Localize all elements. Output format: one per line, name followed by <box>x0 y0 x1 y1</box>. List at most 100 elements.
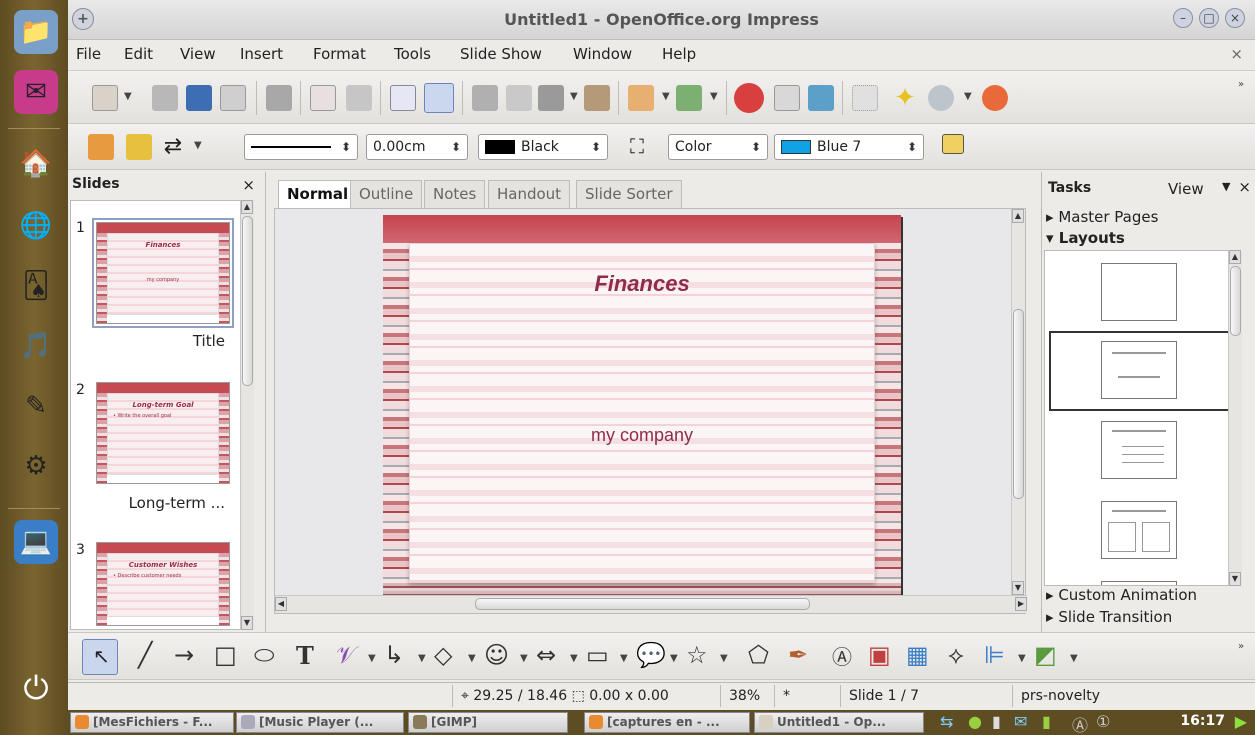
taskbar-item-gimp[interactable]: [GIMP] <box>408 712 568 733</box>
stars-icon[interactable]: ☆ <box>686 641 708 669</box>
power-icon[interactable]: ⏻ <box>14 666 58 710</box>
folder-icon[interactable]: 📁 <box>14 10 58 54</box>
scroll-down-icon[interactable]: ▼ <box>1229 572 1241 586</box>
section-master-pages[interactable]: ▸ Master Pages <box>1046 208 1158 226</box>
scroll-down-icon[interactable]: ▼ <box>1012 581 1024 595</box>
chat-icon[interactable]: ✉ <box>1014 712 1027 731</box>
scroll-up-icon[interactable]: ▲ <box>1012 209 1024 223</box>
scrollbar-thumb[interactable] <box>475 598 810 610</box>
slide-thumbnail-1[interactable]: Finances my company <box>92 218 234 328</box>
network-icon[interactable]: ⇆ <box>940 712 953 731</box>
block-arrows-icon[interactable]: ⇔ <box>536 641 556 669</box>
print-icon[interactable] <box>346 85 372 111</box>
extrusion-icon[interactable]: ⟡ <box>948 641 964 669</box>
menu-window[interactable]: Window <box>573 45 632 63</box>
tasks-close-icon[interactable]: × <box>1238 178 1251 196</box>
symbols-dropdown-icon[interactable]: ▼ <box>520 653 528 664</box>
chart-icon[interactable] <box>734 83 764 113</box>
tab-handout[interactable]: Handout <box>488 180 571 208</box>
slide-title[interactable]: Finances <box>383 271 901 297</box>
line-style-combo[interactable]: ⬍ <box>244 134 358 160</box>
globe-icon[interactable]: 🌐 <box>14 204 58 248</box>
layout-two-content[interactable] <box>1101 501 1177 559</box>
arrow-line-tool-icon[interactable]: → <box>174 641 194 669</box>
connector-dropdown-icon[interactable]: ▼ <box>418 653 426 664</box>
arrows-dropdown-icon[interactable]: ▼ <box>570 653 578 664</box>
taskbar-item-captures[interactable]: [captures en - ... <box>584 712 750 733</box>
menu-insert[interactable]: Insert <box>240 45 283 63</box>
from-file-icon[interactable]: ▣ <box>868 641 891 669</box>
minimize-button[interactable]: – <box>1173 8 1193 28</box>
redo-dropdown-icon[interactable]: ▼ <box>710 91 718 102</box>
taskbar-item-music-player[interactable]: [Music Player (... <box>236 712 404 733</box>
layout-title-content[interactable] <box>1101 421 1177 479</box>
paste-dropdown-icon[interactable]: ▼ <box>570 91 578 102</box>
clone-format-icon[interactable] <box>584 85 610 111</box>
menu-edit[interactable]: Edit <box>124 45 153 63</box>
tasks-view-menu[interactable]: View <box>1168 180 1204 198</box>
tab-outline[interactable]: Outline <box>350 180 423 208</box>
basic-shapes-icon[interactable]: ◇ <box>434 641 452 669</box>
menu-view[interactable]: View <box>180 45 216 63</box>
gallery-icon[interactable]: ▦ <box>906 641 929 669</box>
line-width-field[interactable]: 0.00cm ⬍ <box>366 134 468 160</box>
email-icon[interactable] <box>220 85 246 111</box>
slide-subtitle[interactable]: my company <box>383 425 901 446</box>
cards-game-icon[interactable]: 🂡 <box>14 264 58 308</box>
canvas-vertical-scrollbar[interactable]: ▲ ▼ <box>1011 209 1025 595</box>
autospellcheck-icon[interactable] <box>424 83 454 113</box>
grid-icon[interactable] <box>852 85 878 111</box>
slide-thumbnail-3[interactable]: Customer Wishes • Describe customer need… <box>96 542 230 626</box>
open-icon[interactable] <box>152 85 178 111</box>
select-tool[interactable]: ↖ <box>82 639 118 675</box>
redo-icon[interactable] <box>676 85 702 111</box>
update-icon[interactable]: ● <box>968 712 982 731</box>
scroll-up-icon[interactable]: ▲ <box>241 200 253 214</box>
canvas-horizontal-scrollbar[interactable]: ◀ ▶ <box>275 595 1027 613</box>
menu-file[interactable]: File <box>76 45 101 63</box>
area-icon[interactable]: ⛶ <box>624 134 650 160</box>
scrollbar-thumb[interactable] <box>242 216 253 386</box>
taskbar-item-files[interactable]: [MesFichiers - F... <box>70 712 234 733</box>
fontwork-icon[interactable]: Ⓐ <box>832 641 852 670</box>
layout-blank[interactable] <box>1101 263 1177 321</box>
section-slide-transition[interactable]: ▸ Slide Transition <box>1046 608 1172 626</box>
media-icon[interactable]: 🎵 <box>14 324 58 368</box>
align-dropdown-icon[interactable]: ▼ <box>1018 653 1026 664</box>
new-document-icon[interactable] <box>92 85 118 111</box>
menu-format[interactable]: Format <box>313 45 366 63</box>
slides-pane-close-icon[interactable]: × <box>242 176 255 194</box>
edit-file-icon[interactable] <box>266 85 292 111</box>
menu-tools[interactable]: Tools <box>394 45 431 63</box>
table-icon[interactable] <box>774 85 800 111</box>
undo-icon[interactable] <box>628 85 654 111</box>
shapes-dropdown-icon[interactable]: ▼ <box>468 653 476 664</box>
connector-tool-icon[interactable]: ↳ <box>384 641 404 669</box>
menu-slide-show[interactable]: Slide Show <box>460 45 542 63</box>
layouts-scrollbar[interactable]: ▲ ▼ <box>1228 250 1242 586</box>
office-icon[interactable]: ✎ <box>14 384 58 428</box>
export-pdf-icon[interactable] <box>310 85 336 111</box>
tab-notes[interactable]: Notes <box>424 180 486 208</box>
text-tool-icon[interactable]: T <box>296 641 314 670</box>
ellipse-tool-icon[interactable]: ⬭ <box>254 641 275 669</box>
line-color-combo[interactable]: Black ⬍ <box>478 134 608 160</box>
save-icon[interactable] <box>186 85 212 111</box>
flowchart-icon[interactable]: ▭ <box>586 641 609 669</box>
new-dropdown-icon[interactable]: ▼ <box>124 91 132 102</box>
align-icon[interactable]: ⊫ <box>984 641 1005 669</box>
home-icon[interactable]: 🏠 <box>14 142 58 186</box>
battery-icon[interactable]: ▮ <box>992 712 1001 731</box>
slide-thumbnail-2[interactable]: Long-term Goal • Write the overall goal <box>96 382 230 484</box>
scrollbar-thumb[interactable] <box>1013 309 1024 499</box>
section-custom-animation[interactable]: ▸ Custom Animation <box>1046 586 1197 604</box>
flowchart-dropdown-icon[interactable]: ▼ <box>620 653 628 664</box>
slide-canvas[interactable]: Finances my company ▲ ▼ ◀ ▶ <box>274 208 1027 614</box>
zoom-value[interactable]: 38% <box>720 685 772 707</box>
scroll-left-icon[interactable]: ◀ <box>275 597 287 611</box>
undo-dropdown-icon[interactable]: ▼ <box>662 91 670 102</box>
volume-icon[interactable]: ▮ <box>1042 712 1051 731</box>
settings-folder-icon[interactable]: ⚙ <box>14 444 58 488</box>
computer-icon[interactable]: 💻 <box>14 520 58 564</box>
arrange-icon[interactable]: ◩ <box>1034 641 1057 669</box>
